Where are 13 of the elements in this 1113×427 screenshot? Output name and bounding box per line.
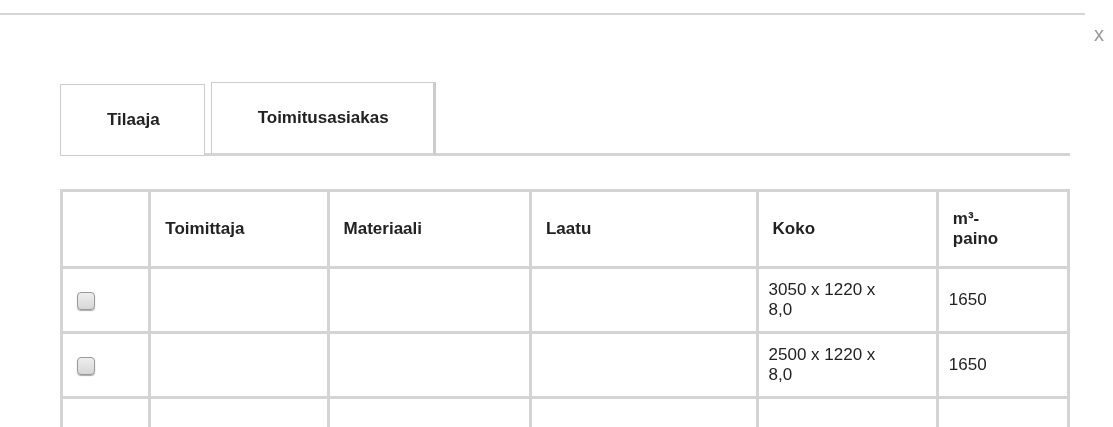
checkbox[interactable] bbox=[77, 356, 95, 375]
tab[interactable]: Toimitusasiakas bbox=[210, 82, 436, 156]
table-cell: 1650 bbox=[948, 355, 987, 375]
column-header: m³-paino bbox=[952, 209, 1000, 249]
table-cell: 1650 bbox=[948, 290, 987, 310]
column-header: Koko bbox=[772, 219, 815, 239]
column-header: Laatu bbox=[545, 219, 592, 239]
table-cell-text: 3050 x 1220 x 8,0 bbox=[768, 280, 877, 320]
checkbox[interactable] bbox=[77, 291, 95, 310]
column-header: Toimittaja bbox=[165, 219, 245, 239]
table-cell-text: 2500 x 1220 x 8,0 bbox=[768, 345, 877, 385]
column-header: Materiaali bbox=[343, 219, 423, 239]
tab[interactable]: Tilaaja bbox=[60, 84, 205, 156]
